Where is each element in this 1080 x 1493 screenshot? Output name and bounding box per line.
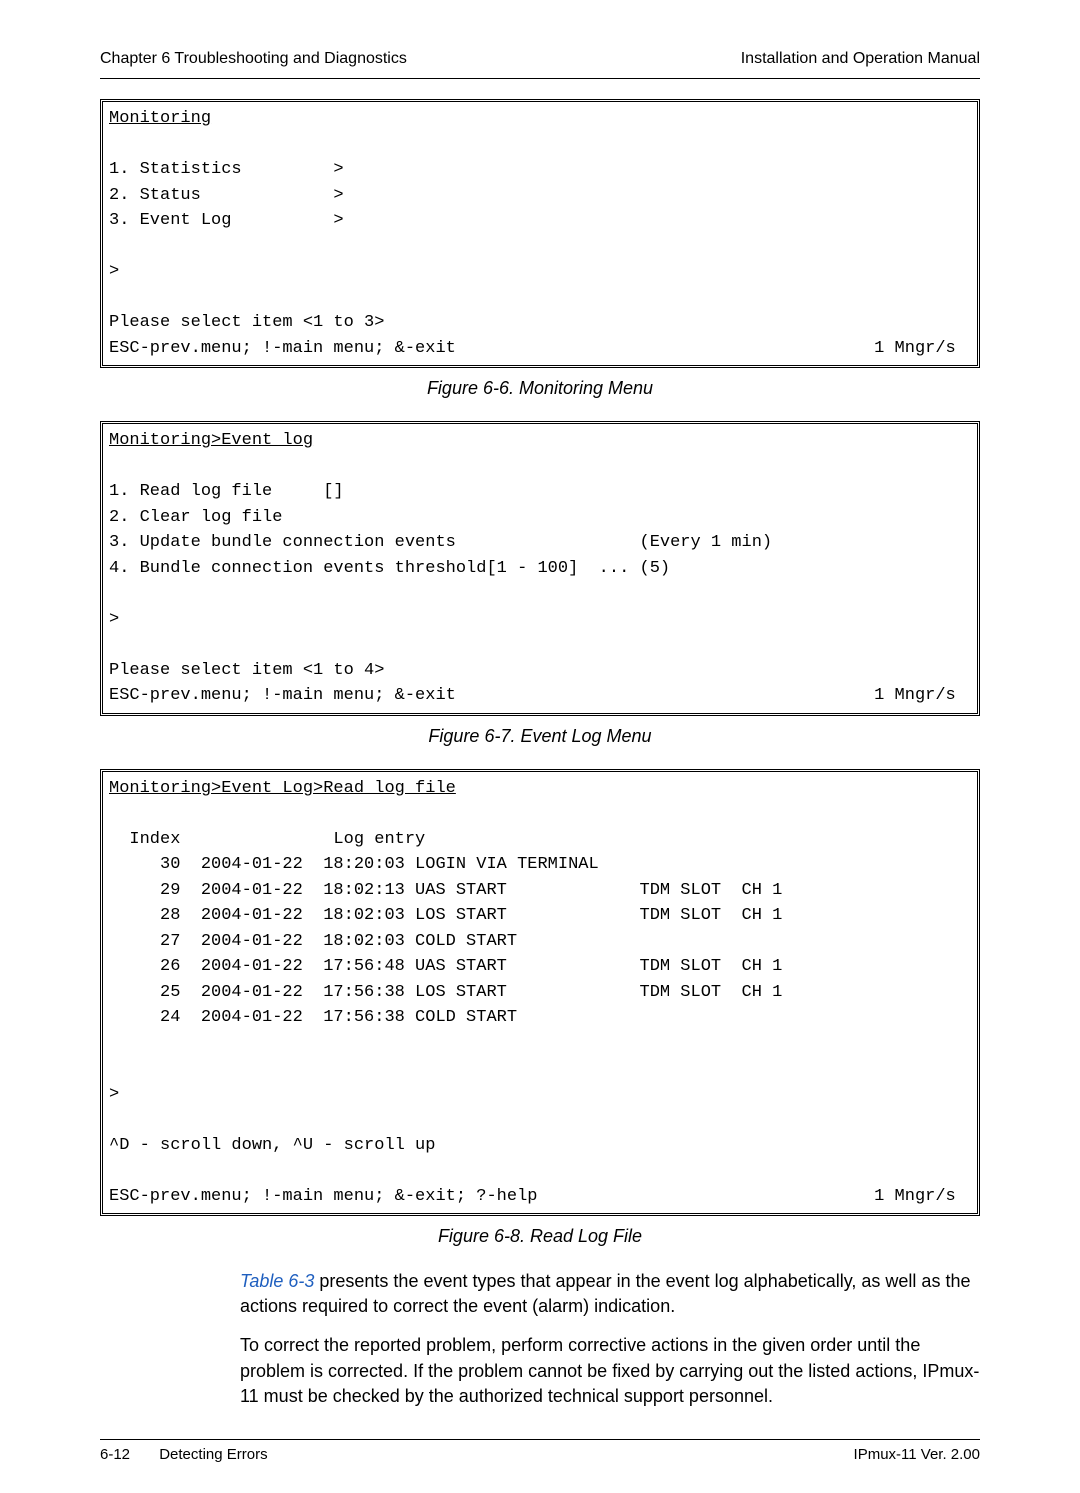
menu-item-bundle-threshold: 4. Bundle connection events threshold[1 … [109,559,670,578]
table-ref-link[interactable]: Table 6-3 [240,1271,314,1291]
log-row: 30 2004-01-22 18:20:03 LOGIN VIA TERMINA… [109,855,599,874]
log-row: 25 2004-01-22 17:56:38 LOS START TDM SLO… [109,983,782,1002]
footer-right: IPmux-11 Ver. 2.00 [854,1446,980,1463]
page: Chapter 6 Troubleshooting and Diagnostic… [0,0,1080,1493]
esc-line-left: ESC-prev.menu; !-main menu; &-exit [109,686,456,705]
log-row: 26 2004-01-22 17:56:48 UAS START TDM SLO… [109,957,782,976]
term-title: Monitoring [109,109,211,128]
body-para1-rest: presents the event types that appear in … [240,1271,970,1316]
figure-caption-6-8: Figure 6-8. Read Log File [100,1226,980,1247]
page-number: 6-12 [100,1446,130,1463]
esc-line-left: ESC-prev.menu; !-main menu; &-exit [109,339,456,358]
menu-item-update-bundle: 3. Update bundle connection events (Ever… [109,533,772,552]
terminal-read-log-file: Monitoring>Event Log>Read log file Index… [100,769,980,1217]
mngr-status: 1 Mngr/s [874,339,956,358]
term-title: Monitoring>Event log [109,431,313,450]
mngr-status: 1 Mngr/s [874,686,956,705]
terminal-monitoring-menu: Monitoring 1. Statistics > 2. Status > 3… [100,99,980,368]
mngr-status: 1 Mngr/s [874,1187,956,1206]
body-paragraph-2: To correct the reported problem, perform… [100,1333,980,1409]
menu-item-statistics: 1. Statistics > [109,160,344,179]
log-row: 24 2004-01-22 17:56:38 COLD START [109,1008,517,1027]
menu-item-clear-log: 2. Clear log file [109,508,282,527]
header-left: Chapter 6 Troubleshooting and Diagnostic… [100,50,407,68]
esc-line-left: ESC-prev.menu; !-main menu; &-exit; ?-he… [109,1187,537,1206]
terminal-event-log-menu: Monitoring>Event log 1. Read log file []… [100,421,980,716]
select-hint: Please select item <1 to 3> [109,313,384,332]
header-right: Installation and Operation Manual [741,50,980,68]
select-hint: Please select item <1 to 4> [109,661,384,680]
term-title: Monitoring>Event Log>Read log file [109,779,456,798]
log-row: 27 2004-01-22 18:02:03 COLD START [109,932,517,951]
scroll-hint: ^D - scroll down, ^U - scroll up [109,1136,435,1155]
figure-caption-6-7: Figure 6-7. Event Log Menu [100,726,980,747]
prompt: > [109,1085,119,1104]
prompt: > [109,610,119,629]
log-row: 29 2004-01-22 18:02:13 UAS START TDM SLO… [109,881,782,900]
menu-item-event-log: 3. Event Log > [109,211,344,230]
footer-left: 6-12 Detecting Errors [100,1446,268,1463]
body-paragraph-1: Table 6-3 presents the event types that … [100,1269,980,1319]
menu-item-status: 2. Status > [109,186,344,205]
running-header: Chapter 6 Troubleshooting and Diagnostic… [100,50,980,68]
footer-rule [100,1439,980,1440]
header-rule [100,78,980,79]
section-name: Detecting Errors [159,1446,267,1463]
menu-item-read-log: 1. Read log file [] [109,482,344,501]
log-row: 28 2004-01-22 18:02:03 LOS START TDM SLO… [109,906,782,925]
prompt: > [109,262,119,281]
log-header: Index Log entry [109,830,425,849]
running-footer: 6-12 Detecting Errors IPmux-11 Ver. 2.00 [100,1446,980,1463]
figure-caption-6-6: Figure 6-6. Monitoring Menu [100,378,980,399]
